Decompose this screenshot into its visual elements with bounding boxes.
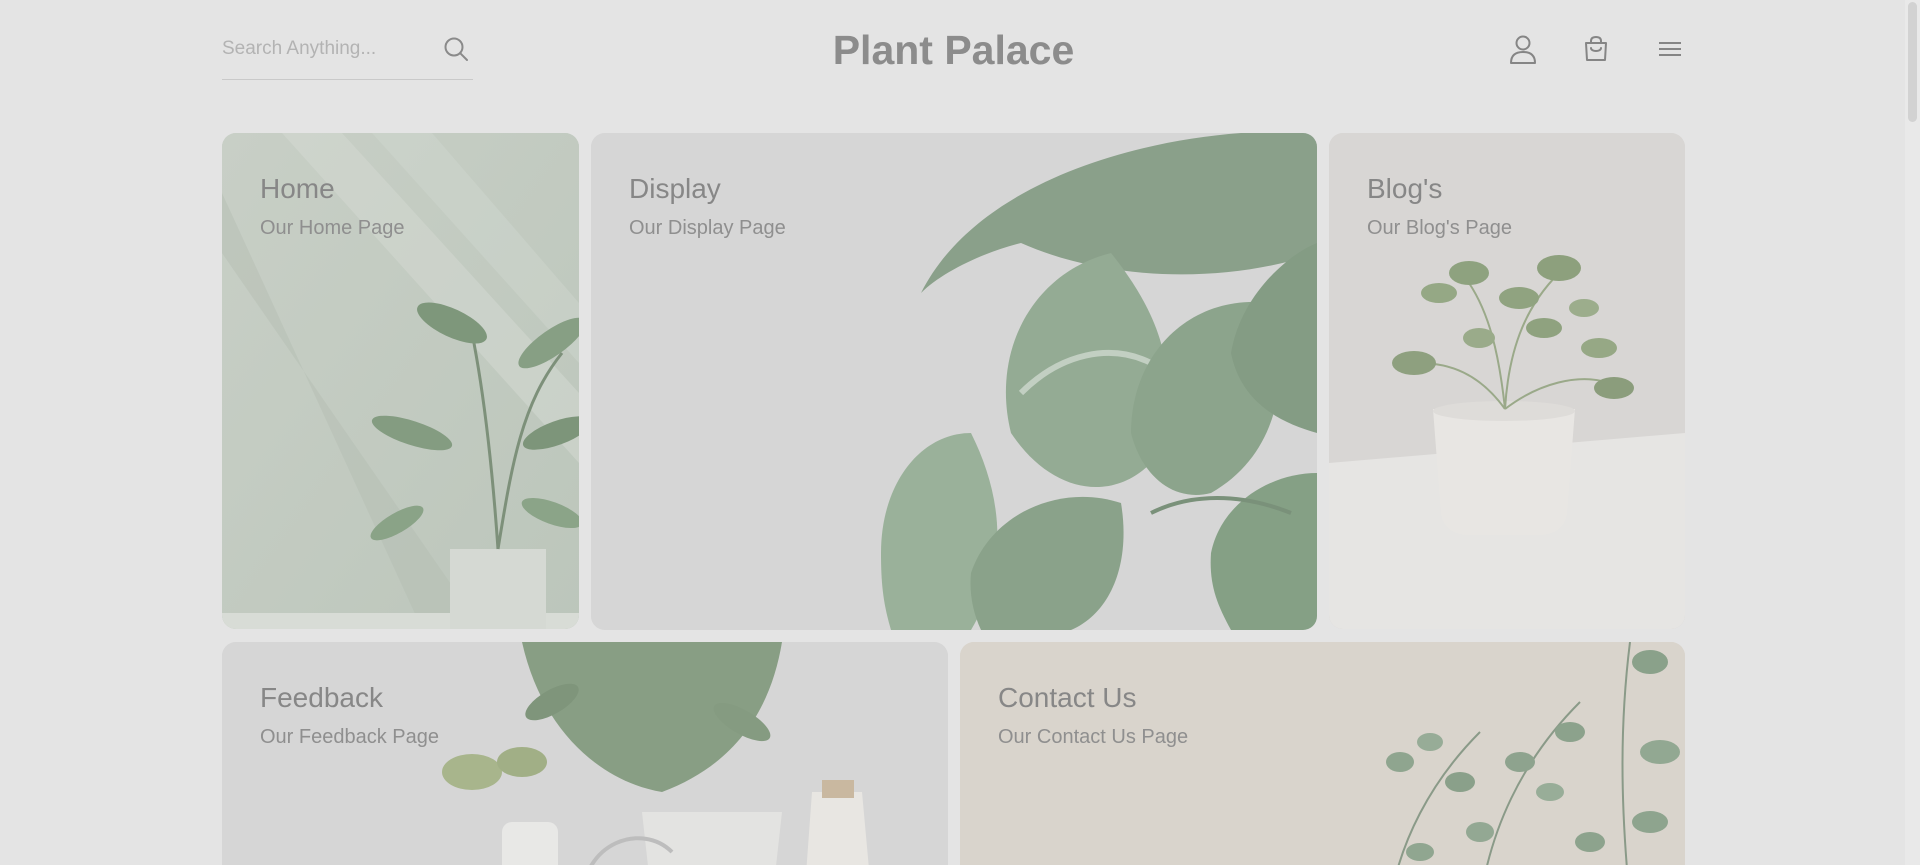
header: Plant Palace [222, 24, 1685, 80]
card-subtitle: Our Display Page [629, 217, 786, 239]
potted-pilea-image [1329, 133, 1685, 629]
user-icon [1510, 35, 1536, 64]
card-home[interactable]: Home Our Home Page [222, 133, 579, 629]
menu-icon [1659, 42, 1681, 56]
shopping-bag-icon [1585, 35, 1607, 61]
card-title: Display [629, 173, 721, 204]
card-title: Home [260, 173, 335, 204]
card-contact-us[interactable]: Contact Us Our Contact Us Page [960, 642, 1685, 865]
menu-button[interactable] [1653, 32, 1687, 66]
card-subtitle: Our Feedback Page [260, 726, 439, 748]
page: Plant Palace [0, 0, 1920, 865]
card-title: Feedback [260, 682, 383, 713]
search-input[interactable] [222, 32, 432, 66]
card-subtitle: Our Contact Us Page [998, 726, 1189, 748]
search-bar [222, 24, 473, 80]
account-button[interactable] [1506, 32, 1540, 66]
card-subtitle: Our Blog's Page [1367, 217, 1513, 239]
plant-image [222, 133, 579, 629]
card-title: Contact Us [998, 682, 1137, 713]
card-title: Blog's [1367, 173, 1443, 204]
search-icon[interactable] [442, 35, 470, 63]
pothos-leaves-image [591, 133, 1317, 630]
page-scrollbar[interactable] [1905, 0, 1920, 865]
houseplants-image [222, 642, 948, 865]
card-subtitle: Our Home Page [260, 217, 405, 239]
eucalyptus-image [960, 642, 1685, 865]
card-blogs[interactable]: Blog's Our Blog's Page [1329, 133, 1685, 629]
card-display[interactable]: Display Our Display Page [591, 133, 1317, 630]
scrollbar-thumb[interactable] [1908, 2, 1917, 122]
card-feedback[interactable]: Feedback Our Feedback Page [222, 642, 948, 865]
cart-button[interactable] [1579, 32, 1613, 66]
